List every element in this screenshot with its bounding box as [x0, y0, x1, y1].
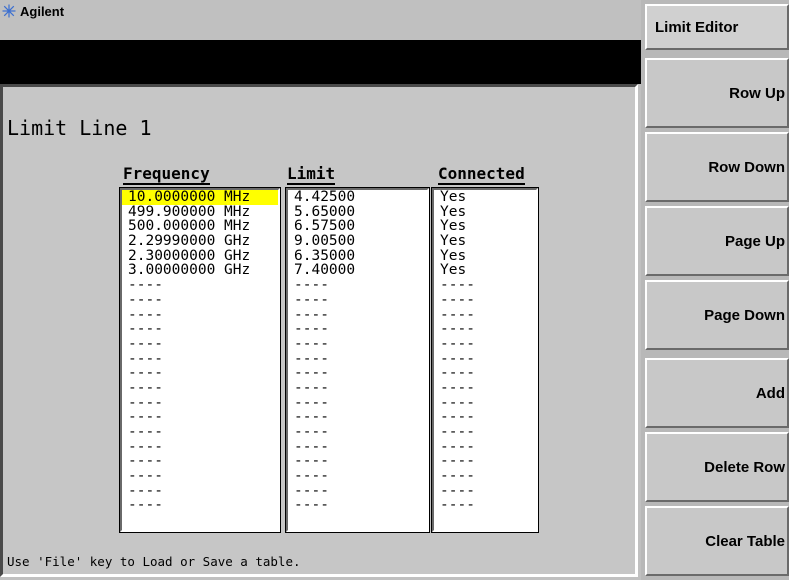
limit-list[interactable]: 4.42500 5.65000 6.57500 9.00500 6.35000 7.400… — [285, 187, 430, 533]
message-bar — [0, 40, 641, 84]
connected-cell[interactable]: ---- — [434, 322, 536, 337]
frequency-cell[interactable]: ---- — [122, 484, 278, 499]
connected-cell[interactable]: ---- — [434, 396, 536, 411]
status-hint: Use 'File' key to Load or Save a table. — [7, 554, 301, 569]
connected-cell[interactable]: Yes — [434, 263, 536, 278]
frequency-cell[interactable]: ---- — [122, 425, 278, 440]
add-button[interactable]: Add — [645, 358, 789, 428]
softkey-panel: Limit Editor Row Up Row Down Page Up Pag… — [641, 0, 789, 580]
limit-cell[interactable]: 6.57500 — [288, 219, 427, 234]
limit-cell[interactable]: ---- — [288, 469, 427, 484]
frequency-cell[interactable]: ---- — [122, 352, 278, 367]
limit-cell[interactable]: ---- — [288, 440, 427, 455]
limit-cell[interactable]: 9.00500 — [288, 234, 427, 249]
limit-cell[interactable]: ---- — [288, 484, 427, 499]
frequency-cell[interactable]: ---- — [122, 469, 278, 484]
frequency-cell[interactable]: ---- — [122, 278, 278, 293]
connected-cell[interactable]: ---- — [434, 278, 536, 293]
softkey-menu-title: Limit Editor — [645, 4, 789, 50]
agilent-logo: Agilent — [2, 3, 64, 19]
limit-cell[interactable]: 5.65000 — [288, 205, 427, 220]
limit-cell[interactable]: ---- — [288, 308, 427, 323]
frequency-cell[interactable]: ---- — [122, 381, 278, 396]
connected-cell[interactable]: ---- — [434, 484, 536, 499]
limit-cell[interactable]: 6.35000 — [288, 249, 427, 264]
frequency-cell[interactable]: 2.29990000 GHz — [122, 234, 278, 249]
limit-line-panel: Limit Line 1 Frequency Limit Connected 1… — [0, 84, 638, 577]
connected-cell[interactable]: ---- — [434, 337, 536, 352]
connected-cell[interactable]: Yes — [434, 219, 536, 234]
connected-cell[interactable]: ---- — [434, 425, 536, 440]
frequency-cell[interactable]: ---- — [122, 293, 278, 308]
limit-cell[interactable]: ---- — [288, 337, 427, 352]
limit-cell[interactable]: 4.42500 — [288, 190, 427, 205]
frequency-cell[interactable]: ---- — [122, 366, 278, 381]
connected-cell[interactable]: Yes — [434, 205, 536, 220]
connected-list[interactable]: Yes Yes Yes Yes Yes Yes ---- ---- ---- ---- ---- --… — [431, 187, 539, 533]
connected-cell[interactable]: ---- — [434, 440, 536, 455]
agilent-spark-icon — [2, 4, 16, 18]
page-up-button[interactable]: Page Up — [645, 206, 789, 276]
frequency-cell[interactable]: ---- — [122, 410, 278, 425]
limit-cell[interactable]: ---- — [288, 396, 427, 411]
limit-cell[interactable]: ---- — [288, 352, 427, 367]
page-title: Limit Line 1 — [7, 116, 152, 140]
connected-cell[interactable]: ---- — [434, 498, 536, 513]
connected-cell[interactable]: Yes — [434, 190, 536, 205]
limit-cell[interactable]: 7.40000 — [288, 263, 427, 278]
frequency-cell[interactable]: ---- — [122, 440, 278, 455]
frequency-cell[interactable]: ---- — [122, 396, 278, 411]
title-bar: Agilent — [0, 0, 641, 40]
column-header-frequency: Frequency — [123, 164, 210, 185]
limit-cell[interactable]: ---- — [288, 425, 427, 440]
limit-cell[interactable]: ---- — [288, 454, 427, 469]
frequency-cell[interactable]: 2.30000000 GHz — [122, 249, 278, 264]
frequency-cell[interactable]: ---- — [122, 337, 278, 352]
connected-cell[interactable]: Yes — [434, 249, 536, 264]
connected-cell[interactable]: ---- — [434, 454, 536, 469]
connected-cell[interactable]: ---- — [434, 410, 536, 425]
limit-cell[interactable]: ---- — [288, 366, 427, 381]
limit-cell[interactable]: ---- — [288, 381, 427, 396]
frequency-cell[interactable]: 500.000000 MHz — [122, 219, 278, 234]
clear-table-button[interactable]: Clear Table — [645, 506, 789, 576]
delete-row-button[interactable]: Delete Row — [645, 432, 789, 502]
frequency-list[interactable]: 10.0000000 MHz 499.900000 MHz 500.000000 M… — [119, 187, 281, 533]
frequency-cell[interactable]: ---- — [122, 322, 278, 337]
connected-cell[interactable]: ---- — [434, 366, 536, 381]
row-down-button[interactable]: Row Down — [645, 132, 789, 202]
limit-cell[interactable]: ---- — [288, 498, 427, 513]
connected-cell[interactable]: ---- — [434, 381, 536, 396]
frequency-cell[interactable]: 3.00000000 GHz — [122, 263, 278, 278]
frequency-cell[interactable]: 499.900000 MHz — [122, 205, 278, 220]
connected-cell[interactable]: ---- — [434, 308, 536, 323]
connected-cell[interactable]: ---- — [434, 293, 536, 308]
row-up-button[interactable]: Row Up — [645, 58, 789, 128]
column-header-limit: Limit — [287, 164, 336, 185]
page-down-button[interactable]: Page Down — [645, 280, 789, 350]
frequency-cell[interactable]: ---- — [122, 454, 278, 469]
limit-cell[interactable]: ---- — [288, 322, 427, 337]
frequency-cell[interactable]: 10.0000000 MHz — [122, 190, 278, 205]
column-header-connected: Connected — [438, 164, 525, 185]
frequency-cell[interactable]: ---- — [122, 498, 278, 513]
connected-cell[interactable]: Yes — [434, 234, 536, 249]
brand-name: Agilent — [20, 3, 65, 19]
limit-cell[interactable]: ---- — [288, 278, 427, 293]
limit-cell[interactable]: ---- — [288, 410, 427, 425]
connected-cell[interactable]: ---- — [434, 469, 536, 484]
connected-cell[interactable]: ---- — [434, 352, 536, 367]
limit-cell[interactable]: ---- — [288, 293, 427, 308]
frequency-cell[interactable]: ---- — [122, 308, 278, 323]
